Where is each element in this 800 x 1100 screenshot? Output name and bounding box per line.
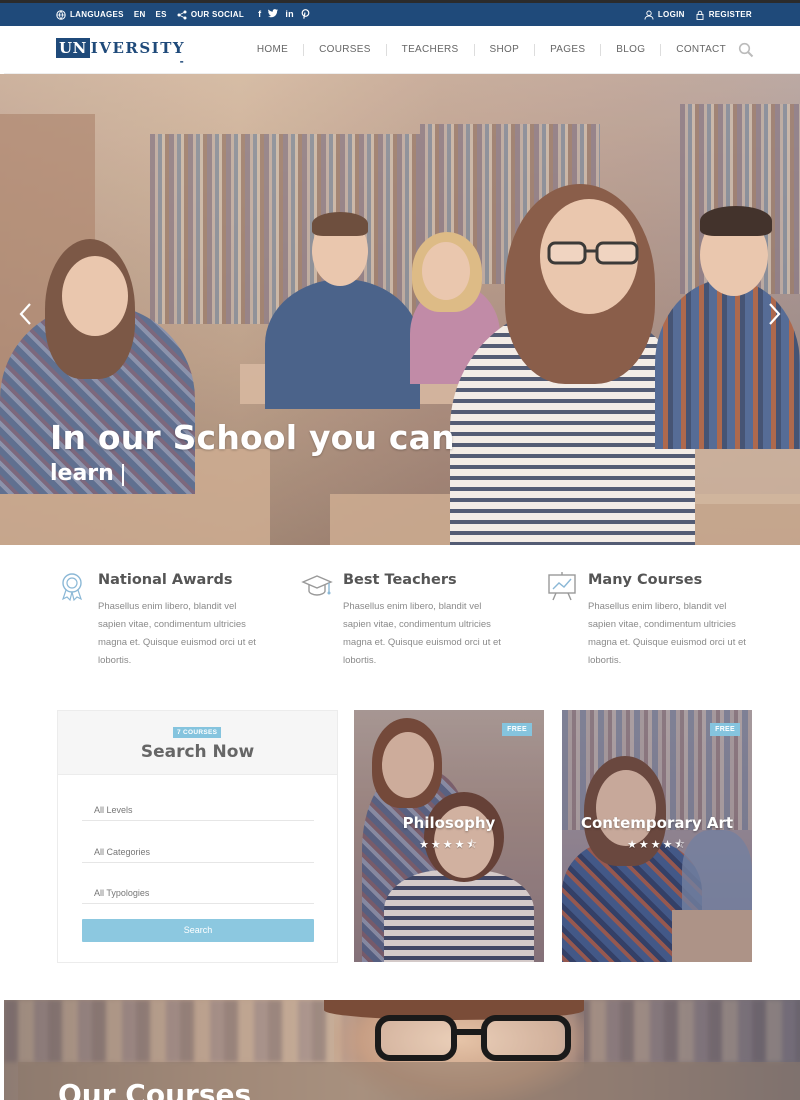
our-social: OUR SOCIAL	[177, 10, 244, 20]
typology-select[interactable]: All Typologies	[82, 878, 314, 904]
lang-es-link[interactable]: ES	[156, 10, 167, 19]
languages-menu[interactable]: LANGUAGES	[56, 9, 124, 20]
courses-count-badge: 7 COURSES	[173, 727, 222, 738]
main-header: UN IVERSITY ▬ HOME COURSES TEACHERS SHOP …	[4, 26, 800, 74]
logo-wordmark-text: IVERSITY	[90, 39, 186, 57]
nav-shop[interactable]: SHOP	[475, 44, 536, 56]
search-panel-title: Search Now	[140, 742, 255, 762]
level-select[interactable]: All Levels	[82, 795, 314, 821]
pinterest-icon[interactable]	[301, 8, 310, 21]
rating-stars: ★★★★⯪	[419, 839, 479, 851]
hero-title: In our School you can	[50, 418, 455, 457]
feature-title: National Awards	[98, 572, 233, 588]
main-nav: HOME COURSES TEACHERS SHOP PAGES BLOG CO…	[242, 26, 754, 74]
category-select[interactable]: All Categories	[82, 837, 314, 863]
social-label: OUR SOCIAL	[190, 10, 245, 19]
search-panel-header: 7 COURSES Search Now	[58, 711, 337, 775]
nav-home[interactable]: HOME	[242, 44, 305, 56]
hero-prev-arrow[interactable]	[16, 302, 36, 326]
user-icon	[644, 10, 654, 20]
typing-cursor	[121, 464, 124, 486]
course-card-contemporary-art[interactable]: FREE Contemporary Art ★★★★⯪	[562, 710, 752, 962]
feature-title: Best Teachers	[343, 572, 457, 588]
section-title: Our Courses	[58, 1078, 252, 1100]
hero-slider: In our School you can learn	[0, 74, 800, 545]
graduation-cap-icon	[301, 570, 333, 602]
feature-text: Phasellus enim libero, blandit vel sapie…	[343, 601, 501, 666]
languages-label: LANGUAGES	[70, 10, 124, 19]
feature-title: Many Courses	[588, 572, 703, 588]
login-label: LOGIN	[657, 10, 685, 19]
globe-icon	[56, 9, 66, 20]
course-title: Contemporary Art	[580, 814, 734, 832]
nav-courses[interactable]: COURSES	[304, 44, 387, 56]
logo-mark: UN	[56, 38, 90, 58]
feature-national-awards: National Awards Phasellus enim libero, b…	[56, 568, 266, 670]
twitter-icon[interactable]	[268, 8, 279, 21]
award-icon	[56, 570, 88, 602]
site-logo[interactable]: UN IVERSITY ▬	[56, 38, 186, 64]
nav-pages[interactable]: PAGES	[535, 44, 602, 56]
feature-text: Phasellus enim libero, blandit vel sapie…	[98, 601, 256, 666]
register-link[interactable]: REGISTER	[695, 10, 752, 20]
glasses	[375, 1015, 571, 1061]
top-bar: LANGUAGES EN ES OUR SOCIAL f in LOGIN RE…	[0, 0, 800, 26]
register-label: REGISTER	[708, 10, 752, 19]
nav-teachers[interactable]: TEACHERS	[387, 44, 475, 56]
course-card-philosophy[interactable]: FREE Philosophy ★★★★⯪	[354, 710, 544, 962]
course-title: Philosophy	[402, 814, 496, 832]
logo-wordmark: IVERSITY ▬	[90, 39, 186, 64]
nav-contact[interactable]: CONTACT	[661, 44, 736, 56]
lock-icon	[695, 10, 705, 20]
facebook-icon[interactable]: f	[258, 9, 261, 21]
presentation-board-icon	[546, 570, 578, 602]
feature-many-courses: Many Courses Phasellus enim libero, blan…	[546, 568, 756, 670]
hero-subtitle-wrap: learn	[50, 461, 124, 486]
hero-next-arrow[interactable]	[764, 302, 784, 326]
search-button[interactable]: Search	[82, 919, 314, 942]
search-icon[interactable]	[738, 42, 754, 58]
feature-best-teachers: Best Teachers Phasellus enim libero, bla…	[301, 568, 511, 670]
feature-text: Phasellus enim libero, blandit vel sapie…	[588, 601, 746, 666]
courses-banner: Our Courses	[4, 1000, 800, 1100]
free-badge: FREE	[502, 723, 532, 736]
share-icon	[177, 10, 187, 20]
nav-blog[interactable]: BLOG	[601, 44, 662, 56]
features-row: National Awards Phasellus enim libero, b…	[56, 568, 756, 670]
hero-subtitle: learn	[50, 461, 114, 486]
course-search-panel: 7 COURSES Search Now All Levels All Cate…	[57, 710, 338, 963]
lang-en-link[interactable]: EN	[134, 10, 146, 19]
rating-stars: ★★★★⯪	[627, 839, 687, 851]
linkedin-icon[interactable]: in	[285, 9, 294, 21]
free-badge: FREE	[710, 723, 740, 736]
login-link[interactable]: LOGIN	[644, 10, 685, 20]
